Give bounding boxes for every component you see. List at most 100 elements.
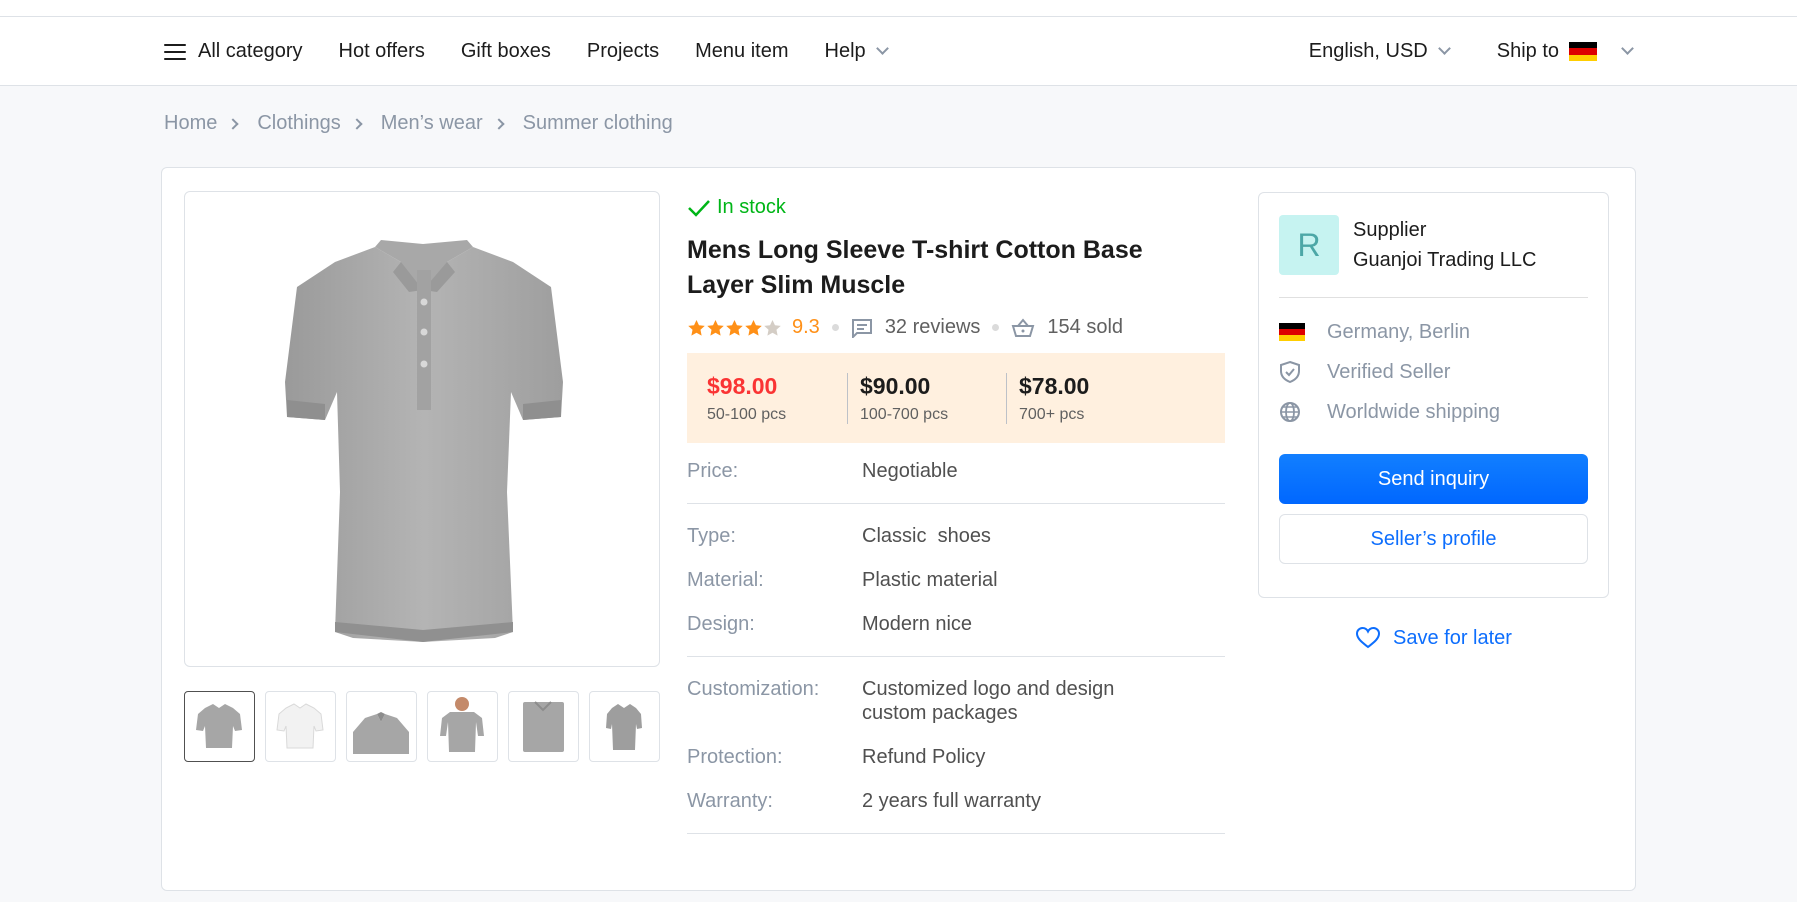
separator-dot — [831, 324, 839, 331]
star-icon — [745, 319, 762, 336]
spec-value: Refund Policy — [862, 746, 986, 768]
spec-label: Type: — [687, 525, 736, 547]
spec-label: Customization: — [687, 678, 820, 700]
divider — [687, 833, 1225, 834]
spec-label: Protection: — [687, 746, 783, 768]
rating-stars — [687, 319, 782, 337]
star-icon — [764, 319, 781, 336]
spec-price: Price: Negotiable — [687, 459, 1225, 483]
globe-icon — [1279, 401, 1305, 423]
breadcrumb-summer-clothing[interactable]: Summer clothing — [523, 112, 673, 135]
nav-link-gift-boxes[interactable]: Gift boxes — [461, 40, 551, 63]
shield-check-icon — [1279, 360, 1305, 384]
nav-link-hot-offers[interactable]: Hot offers — [339, 40, 425, 63]
spec-value: Negotiable — [862, 460, 958, 482]
product-specs: Price: Negotiable Type: Classic shoes Ma… — [687, 459, 1225, 834]
language-currency-label: English, USD — [1308, 40, 1428, 62]
product-main-image[interactable] — [184, 191, 660, 667]
all-category-button[interactable]: All category — [164, 40, 303, 63]
thumbnail-5[interactable] — [508, 691, 579, 762]
spec-value: Classic shoes — [862, 525, 991, 547]
save-for-later-button[interactable]: Save for later — [1258, 626, 1609, 650]
breadcrumb-clothings[interactable]: Clothings — [257, 112, 340, 135]
separator-dot — [992, 324, 1000, 331]
basket-icon — [1011, 317, 1035, 338]
supplier-name: Guanjoi Trading LLC — [1353, 249, 1537, 271]
nav-link-projects[interactable]: Projects — [587, 40, 659, 63]
tier-price: $90.00 — [860, 372, 931, 399]
tier-quantity: 700+ pcs — [1019, 405, 1085, 423]
tier-price: $98.00 — [707, 372, 778, 399]
supplier-location: Germany, Berlin — [1279, 312, 1588, 352]
check-icon — [688, 199, 710, 217]
product-meta: 9.3 32 reviews 154 sold — [687, 316, 1225, 339]
supplier-verified: Verified Seller — [1279, 352, 1588, 392]
nav-settings: English, USD Ship to — [1261, 17, 1634, 86]
spec-protection: Protection: Refund Policy — [687, 745, 1225, 769]
spec-label: Material: — [687, 569, 764, 591]
menu-icon — [164, 43, 186, 60]
spec-warranty: Warranty: 2 years full warranty — [687, 789, 1225, 813]
breadcrumb-home[interactable]: Home — [164, 112, 217, 135]
help-dropdown[interactable]: Help — [824, 40, 889, 63]
stock-status: In stock — [687, 196, 1225, 219]
supplier-info: Supplier Guanjoi Trading LLC — [1353, 215, 1536, 275]
tier-quantity: 100-700 pcs — [860, 405, 949, 423]
spec-material: Material: Plastic material — [687, 568, 1225, 592]
heart-icon — [1356, 626, 1381, 649]
polo-shirt-image — [285, 240, 563, 642]
reviews-count[interactable]: 32 reviews — [885, 316, 981, 339]
thumbnail-4[interactable] — [427, 691, 498, 762]
thumbnail-2[interactable] — [265, 691, 336, 762]
supplier-label: Supplier — [1353, 219, 1427, 241]
divider — [687, 503, 1225, 504]
price-tier-2: $90.00 100-700 pcs — [847, 372, 1006, 424]
ship-to-dropdown[interactable]: Ship to — [1497, 40, 1634, 63]
breadcrumb: Home Clothings Men’s wear Summer clothin… — [164, 112, 673, 135]
spec-value: Plastic material — [862, 569, 998, 591]
sold-count: 154 sold — [1047, 316, 1124, 338]
product-title: Mens Long Sleeve T-shirt Cotton Base Lay… — [687, 236, 1143, 299]
germany-flag-icon — [1279, 323, 1305, 341]
thumbnail-3[interactable] — [346, 691, 417, 762]
star-icon — [726, 319, 743, 336]
supplier-header: R Supplier Guanjoi Trading LLC — [1279, 215, 1588, 298]
chevron-down-icon — [875, 42, 889, 55]
product-info: In stock Mens Long Sleeve T-shirt Cotton… — [687, 196, 1225, 854]
star-icon — [688, 319, 705, 336]
spec-customization: Customization: Customized logo and desig… — [687, 677, 1225, 725]
supplier-card: R Supplier Guanjoi Trading LLC Germany, … — [1258, 192, 1609, 598]
save-for-later-label: Save for later — [1393, 626, 1512, 649]
spec-label: Warranty: — [687, 790, 773, 812]
top-strip — [0, 0, 1797, 17]
stock-label: In stock — [717, 196, 786, 218]
divider — [687, 656, 1225, 657]
supplier-details: Germany, Berlin Verified Seller Worldwid… — [1279, 312, 1588, 432]
price-tier-1: $98.00 50-100 pcs — [707, 373, 847, 424]
supplier-shipping: Worldwide shipping — [1279, 392, 1588, 432]
help-label: Help — [824, 40, 866, 62]
price-tier-3: $78.00 700+ pcs — [1006, 372, 1103, 424]
verified-label: Verified Seller — [1327, 360, 1451, 383]
send-inquiry-button[interactable]: Send inquiry — [1279, 454, 1588, 504]
tier-quantity: 50-100 pcs — [707, 405, 787, 423]
spec-type: Type: Classic shoes — [687, 524, 1225, 548]
thumbnail-1[interactable] — [184, 691, 255, 762]
nav-link-menu-item[interactable]: Menu item — [695, 40, 788, 63]
spec-value: 2 years full warranty — [862, 790, 1041, 812]
star-icon — [707, 319, 724, 336]
price-tiers: $98.00 50-100 pcs $90.00 100-700 pcs $78… — [687, 353, 1225, 443]
seller-profile-button[interactable]: Seller’s profile — [1279, 514, 1588, 564]
rating-value: 9.3 — [792, 316, 820, 338]
spec-label: Price: — [687, 460, 739, 482]
nav-links: All category Hot offers Gift boxes Proje… — [164, 17, 923, 86]
spec-label: Design: — [687, 613, 755, 635]
navbar: All category Hot offers Gift boxes Proje… — [0, 17, 1797, 86]
thumbnail-strip — [184, 691, 670, 762]
chevron-right-icon — [351, 117, 363, 130]
breadcrumb-mens-wear[interactable]: Men’s wear — [381, 112, 483, 135]
location-label: Germany, Berlin — [1327, 320, 1471, 343]
language-currency-dropdown[interactable]: English, USD — [1308, 40, 1451, 63]
thumbnail-6[interactable] — [589, 691, 660, 762]
germany-flag-icon — [1569, 41, 1597, 62]
